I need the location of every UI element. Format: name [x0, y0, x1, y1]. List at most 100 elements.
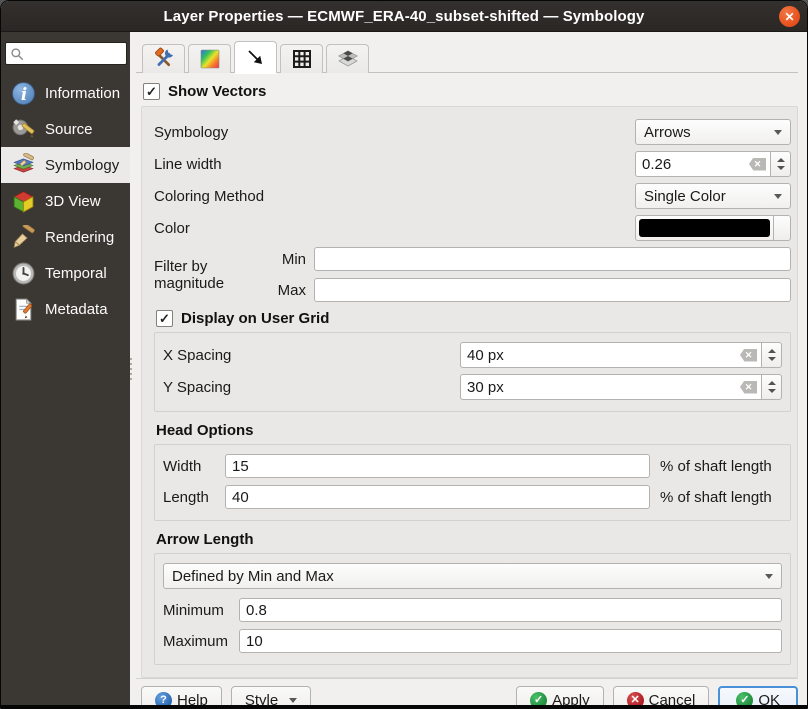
sidebar-item-label: Symbology [45, 157, 119, 174]
clear-value-icon[interactable]: ✕ [740, 349, 757, 362]
line-width-input[interactable] [642, 156, 746, 173]
close-button[interactable]: ✕ [779, 6, 800, 27]
symbology-combobox[interactable]: Arrows [635, 119, 791, 145]
head-options-title: Head Options [156, 422, 791, 439]
line-width-stepper[interactable] [770, 151, 791, 177]
head-width-row: Width % of shaft length [163, 454, 782, 478]
user-grid-frame: X Spacing ✕ Y Spacing [154, 332, 791, 412]
clear-value-icon[interactable]: ✕ [740, 381, 757, 394]
sidebar-search[interactable] [5, 42, 127, 65]
arrow-length-method-combobox[interactable]: Defined by Min and Max [163, 563, 782, 589]
apply-button-label: Apply [552, 692, 590, 709]
help-button[interactable]: ? Help [141, 686, 222, 709]
style-button[interactable]: Style [231, 686, 311, 709]
grid-icon [290, 47, 314, 71]
sidebar-item-label: Information [45, 85, 120, 102]
sidebar-item-label: Metadata [45, 301, 108, 318]
cancel-button-label: Cancel [649, 692, 696, 709]
sidebar-item-source[interactable]: Source [1, 111, 130, 147]
cancel-button[interactable]: ✕ Cancel [613, 686, 710, 709]
symbology-value: Arrows [644, 124, 691, 141]
tab-vectors[interactable] [234, 41, 277, 73]
sidebar-item-temporal[interactable]: Temporal [1, 255, 130, 291]
symbology-page: ✓ Show Vectors Symbology Arrows Line wid… [134, 32, 807, 705]
tab-rendering-grid[interactable] [280, 44, 323, 73]
ok-check-icon: ✓ [736, 692, 753, 709]
titlebar[interactable]: Layer Properties — ECMWF_ERA-40_subset-s… [1, 1, 807, 32]
cancel-cross-icon: ✕ [627, 692, 644, 709]
sidebar-item-label: Temporal [45, 265, 107, 282]
tab-averaging[interactable] [326, 44, 369, 73]
chevron-down-icon [774, 130, 782, 135]
close-icon: ✕ [784, 10, 794, 24]
head-options-frame: Width % of shaft length Length % of shaf… [154, 444, 791, 521]
head-length-input[interactable] [225, 485, 650, 509]
tab-contours[interactable] [188, 44, 231, 73]
apply-button[interactable]: ✓ Apply [516, 686, 604, 709]
filter-max-row: Max [272, 278, 791, 302]
window-title: Layer Properties — ECMWF_ERA-40_subset-s… [164, 8, 645, 25]
arrow-minimum-input[interactable] [239, 598, 782, 622]
arrow-maximum-label: Maximum [163, 633, 239, 650]
color-gradient-icon [198, 47, 222, 71]
symbology-tabbar [136, 41, 798, 73]
ok-button-label: OK [758, 692, 780, 709]
color-swatch-button[interactable] [635, 215, 774, 241]
y-spacing-input[interactable] [467, 379, 737, 396]
chevron-down-icon [765, 574, 773, 579]
help-button-label: Help [177, 692, 208, 709]
coloring-method-row: Coloring Method Single Color [154, 183, 791, 209]
tools-icon [152, 47, 176, 71]
arrow-maximum-input[interactable] [239, 629, 782, 653]
color-label: Color [154, 220, 635, 237]
color-row: Color [154, 215, 791, 241]
sidebar-item-information[interactable]: i Information [1, 75, 130, 111]
sidebar-item-3d-view[interactable]: 3D View [1, 183, 130, 219]
symbology-row: Symbology Arrows [154, 119, 791, 145]
layer-properties-dialog: Layer Properties — ECMWF_ERA-40_subset-s… [0, 0, 808, 709]
info-icon: i [10, 80, 36, 106]
user-grid-checkbox[interactable]: ✓ [156, 310, 173, 327]
filter-max-input[interactable] [314, 278, 791, 302]
line-width-spinbox: ✕ [635, 151, 791, 177]
ok-button[interactable]: ✓ OK [718, 686, 798, 709]
sidebar-splitter[interactable] [130, 32, 134, 705]
show-vectors-label: Show Vectors [168, 83, 266, 100]
color-dropdown-button[interactable] [774, 215, 791, 241]
clear-value-icon[interactable]: ✕ [749, 158, 766, 171]
temporal-icon [10, 260, 36, 286]
search-icon [10, 47, 24, 61]
vector-arrow-icon [244, 46, 268, 70]
sidebar-item-label: Rendering [45, 229, 114, 246]
dialog-button-box: ? Help Style ✓ Apply ✕ Cancel ✓ [136, 678, 798, 709]
tab-general-settings[interactable] [142, 44, 185, 73]
head-width-input[interactable] [225, 454, 650, 478]
symbology-label: Symbology [154, 124, 635, 141]
sidebar-item-symbology[interactable]: Symbology [1, 147, 130, 183]
line-width-row: Line width ✕ [154, 151, 791, 177]
arrow-length-title: Arrow Length [156, 531, 791, 548]
y-spacing-stepper[interactable] [761, 374, 782, 400]
metadata-icon [10, 296, 36, 322]
sidebar-item-rendering[interactable]: Rendering [1, 219, 130, 255]
search-input[interactable] [28, 46, 118, 61]
chevron-down-icon [774, 194, 782, 199]
coloring-method-combobox[interactable]: Single Color [635, 183, 791, 209]
x-spacing-input[interactable] [467, 347, 737, 364]
filter-min-row: Min [272, 247, 791, 271]
help-icon: ? [155, 692, 172, 709]
x-spacing-label: X Spacing [163, 347, 460, 364]
show-vectors-checkbox[interactable]: ✓ [143, 83, 160, 100]
arrow-length-method-value: Defined by Min and Max [172, 568, 334, 585]
color-button [635, 215, 791, 241]
filter-min-input[interactable] [314, 247, 791, 271]
symbology-icon [10, 152, 36, 178]
sidebar-item-label: Source [45, 121, 93, 138]
min-label: Min [272, 251, 306, 268]
head-length-row: Length % of shaft length [163, 485, 782, 509]
source-icon [10, 116, 36, 142]
user-grid-row: ✓ Display on User Grid [156, 310, 791, 327]
x-spacing-stepper[interactable] [761, 342, 782, 368]
sidebar-item-metadata[interactable]: Metadata [1, 291, 130, 327]
chevron-down-icon [289, 698, 297, 703]
